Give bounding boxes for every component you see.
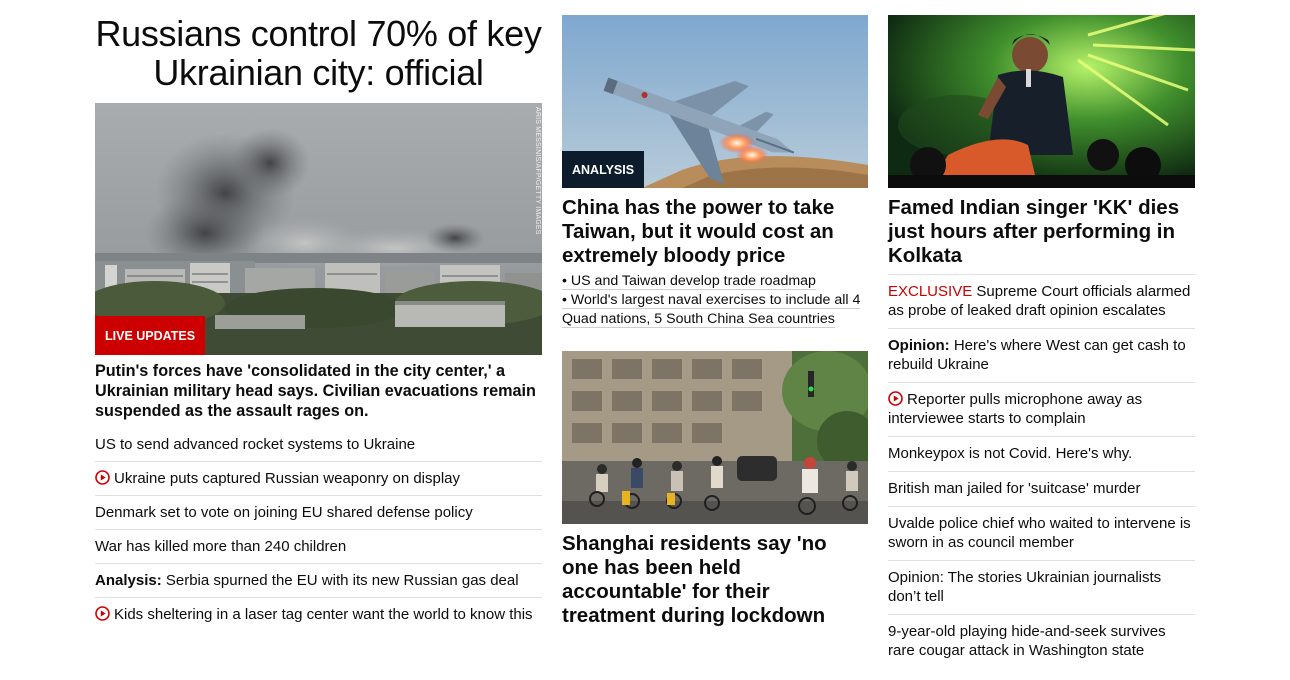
live-updates-badge[interactable]: LIVE UPDATES (95, 316, 206, 355)
link-text[interactable]: War has killed more than 240 children (95, 538, 346, 555)
list-item[interactable]: Denmark set to vote on joining EU shared… (95, 495, 542, 529)
link-text[interactable]: British man jailed for 'suitcase' murder (888, 480, 1141, 497)
lead-headline[interactable]: Russians control 70% of key Ukrainian ci… (95, 14, 542, 92)
link-text[interactable]: Opinion: The stories Ukrainian journalis… (888, 569, 1161, 605)
lead-description[interactable]: Putin's forces have 'consolidated in the… (95, 361, 542, 421)
list-item[interactable]: Kids sheltering in a laser tag center wa… (95, 597, 542, 631)
bullet-link[interactable]: • World's largest naval exercises to inc… (562, 292, 861, 328)
link-text[interactable]: Denmark set to vote on joining EU shared… (95, 504, 473, 521)
list-item[interactable]: Monkeypox is not Covid. Here's why. (888, 436, 1195, 471)
list-item[interactable]: 9-year-old playing hide-and-seek survive… (888, 614, 1195, 668)
list-item[interactable]: British man jailed for 'suitcase' murder (888, 471, 1195, 506)
video-play-icon (95, 606, 110, 621)
link-text[interactable]: Serbia spurned the EU with its new Russi… (162, 572, 519, 589)
bullet-link[interactable]: • US and Taiwan develop trade roadmap (562, 273, 816, 290)
lead-related-links: US to send advanced rocket systems to Uk… (95, 428, 542, 631)
video-play-icon (888, 391, 903, 406)
shanghai-street-photo (562, 351, 868, 524)
link-text[interactable]: Kids sheltering in a laser tag center wa… (114, 606, 533, 623)
link-text[interactable]: Ukraine puts captured Russian weaponry o… (114, 470, 460, 487)
singer-headline[interactable]: Famed Indian singer 'KK' dies just hours… (888, 196, 1188, 268)
list-item[interactable]: Ukraine puts captured Russian weaponry o… (95, 461, 542, 495)
list-item[interactable]: Uvalde police chief who waited to interv… (888, 506, 1195, 560)
list-item[interactable]: EXCLUSIVE Supreme Court officials alarme… (888, 274, 1195, 328)
concert-singer-photo (888, 15, 1195, 188)
list-item[interactable]: Opinion: Here's where West can get cash … (888, 328, 1195, 382)
list-item[interactable]: Opinion: The stories Ukrainian journalis… (888, 560, 1195, 614)
link-text[interactable]: Monkeypox is not Covid. Here's why. (888, 445, 1132, 462)
link-text[interactable]: Uvalde police chief who waited to interv… (888, 515, 1191, 551)
link-text[interactable]: US to send advanced rocket systems to Uk… (95, 436, 415, 453)
list-item[interactable]: US to send advanced rocket systems to Uk… (95, 428, 542, 461)
video-play-icon (95, 470, 110, 485)
singer-image[interactable] (888, 15, 1195, 188)
taiwan-related-links: • US and Taiwan develop trade roadmap • … (562, 272, 868, 329)
exclusive-kicker: EXCLUSIVE (888, 283, 973, 300)
list-item[interactable]: Analysis: Serbia spurned the EU with its… (95, 563, 542, 597)
link-text[interactable]: Reporter pulls microphone away as interv… (888, 391, 1142, 427)
shanghai-headline[interactable]: Shanghai residents say 'no one has been … (562, 532, 862, 628)
right-related-links: EXCLUSIVE Supreme Court officials alarme… (888, 274, 1195, 668)
fighter-jet-image[interactable]: ANALYSIS (562, 15, 868, 188)
analysis-kicker: Analysis: (95, 572, 162, 589)
taiwan-headline[interactable]: China has the power to take Taiwan, but … (562, 196, 862, 268)
analysis-badge[interactable]: ANALYSIS (562, 151, 645, 188)
opinion-kicker: Opinion: (888, 337, 950, 354)
list-item[interactable]: Reporter pulls microphone away as interv… (888, 382, 1195, 436)
photo-credit: ARIS MESSINIS/AFP/GETTY IMAGES (534, 107, 541, 235)
lead-story-image[interactable]: ARIS MESSINIS/AFP/GETTY IMAGES LIVE UPDA… (95, 103, 542, 355)
shanghai-image[interactable] (562, 351, 868, 524)
list-item[interactable]: War has killed more than 240 children (95, 529, 542, 563)
link-text[interactable]: 9-year-old playing hide-and-seek survive… (888, 623, 1166, 659)
